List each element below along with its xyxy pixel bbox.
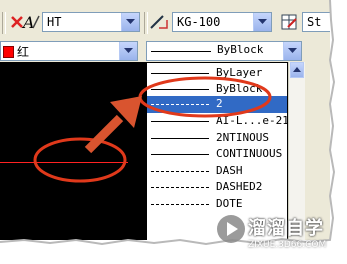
annotation-overlay	[33, 76, 272, 183]
highlight-ellipse	[33, 137, 127, 183]
play-logo-icon	[217, 215, 245, 243]
watermark-title: 溜溜自学	[248, 218, 324, 239]
cad-window: A HT KG-100 St 红 ByBlock ByLayer ByBlock…	[0, 0, 330, 240]
watermark: 溜溜自学 ZIXUE.3D66.COM	[214, 210, 344, 254]
watermark-url: ZIXUE.3D66.COM	[248, 240, 327, 250]
highlight-ellipse	[138, 76, 272, 118]
